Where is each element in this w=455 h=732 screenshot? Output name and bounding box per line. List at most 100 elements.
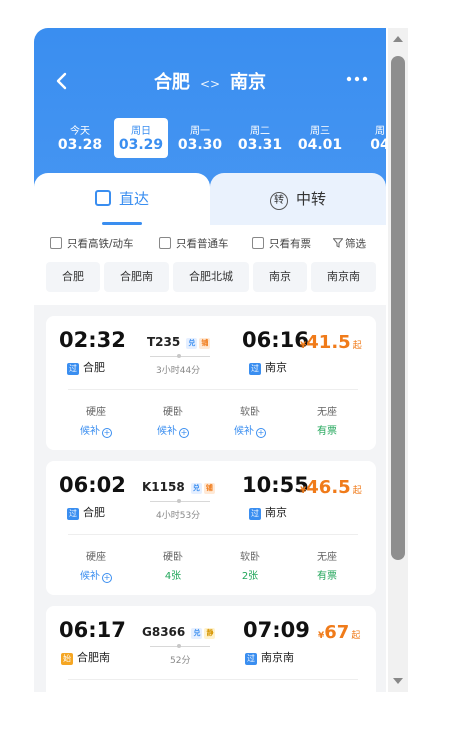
origin-tag: 始 <box>61 653 73 665</box>
seat-name: 无座 <box>317 552 337 563</box>
station-chip[interactable]: 合肥 <box>46 262 100 292</box>
quiet-badge: 静 <box>204 628 216 639</box>
depart-station: 始合肥南 <box>61 649 110 665</box>
depart-station: 过合肥 <box>67 504 105 520</box>
depart-time: 06:17 <box>59 618 126 642</box>
seat-name: 硬卧 <box>163 407 183 418</box>
price-value: 41.5 <box>306 332 351 353</box>
station-chip[interactable]: 南京南 <box>311 262 376 292</box>
filter-button[interactable]: 筛选 <box>332 236 366 251</box>
depart-station: 过合肥 <box>67 359 105 375</box>
date-day: 周二 <box>250 126 270 137</box>
date-day: 周一 <box>190 126 210 137</box>
arrive-time: 07:09 <box>243 618 310 642</box>
date-item[interactable]: 周二 03.31 <box>232 118 288 158</box>
arrive-station-name: 南京南 <box>261 651 294 664</box>
depart-time: 06:02 <box>59 473 126 497</box>
seat-status: 有票 <box>317 571 337 582</box>
seat-status: 候补 + <box>66 422 126 438</box>
date-value: 04.01 <box>297 137 343 153</box>
seat-hard-sleeper[interactable]: 硬卧候补 + <box>143 403 203 438</box>
station-chip[interactable]: 合肥南 <box>104 262 169 292</box>
more-dots-icon[interactable] <box>346 68 368 95</box>
date-value: 04 <box>370 137 386 153</box>
normal-train-checkbox[interactable]: 只看普通车 <box>159 236 229 251</box>
depart-time: 02:32 <box>59 328 126 352</box>
pass-tag: 过 <box>249 508 261 520</box>
price: ¥46.5 起 <box>300 477 362 498</box>
seat-no-seat[interactable]: 无座 有票 <box>297 548 357 582</box>
seat-soft-sleeper[interactable]: 软卧 2张 <box>220 548 280 582</box>
date-value: 03.29 <box>118 137 164 153</box>
pass-tag: 过 <box>245 653 257 665</box>
checkbox-icon <box>50 237 62 249</box>
date-item[interactable]: 周三 04.01 <box>292 118 348 158</box>
arrive-time: 06:16 <box>242 328 309 352</box>
train-card[interactable]: 06:17 始合肥南 G8366 兑静 52分 07:09 过南京南 ¥67 起 <box>46 606 376 692</box>
duration: 3小时44分 <box>156 366 201 376</box>
exchange-badge: 兑 <box>190 483 202 494</box>
date-day: 今天 <box>70 126 90 137</box>
route-dot <box>177 644 181 648</box>
divider <box>68 389 358 390</box>
date-selector: 今天 03.28 周日 03.29 周一 03.30 周二 03.31 周三 04.01 周 04 <box>52 118 386 158</box>
scrollbar[interactable] <box>388 28 408 692</box>
route-dot <box>177 499 181 503</box>
date-value: 03.30 <box>177 137 223 153</box>
filter-bar: 只看高铁/动车 只看普通车 只看有票 筛选 合肥 合肥南 合肥北城 南京 南京南 <box>34 225 386 305</box>
nav-bar: 合肥 <> 南京 <box>34 64 386 100</box>
seat-status: 2张 <box>241 571 259 582</box>
seat-soft-sleeper[interactable]: 软卧 候补 + <box>220 403 280 438</box>
seat-status: 候补 + <box>143 422 203 438</box>
scrollbar-thumb[interactable] <box>391 56 405 560</box>
highspeed-checkbox[interactable]: 只看高铁/动车 <box>50 236 134 251</box>
arrive-station: 过南京 <box>249 504 287 520</box>
tab-direct[interactable]: 直达 <box>34 173 210 225</box>
seat-hard-seat[interactable]: 硬座候补 + <box>66 403 126 438</box>
train-card[interactable]: 06:02 过合肥 K1158 兑铺 4小时53分 10:55 过南京 ¥46.… <box>46 461 376 595</box>
station-chip[interactable]: 合肥北城 <box>173 262 249 292</box>
scroll-up-icon[interactable] <box>393 36 403 42</box>
seat-hard-sleeper[interactable]: 硬卧 4张 <box>143 548 203 582</box>
train-number-text: K1158 <box>142 480 185 494</box>
seat-status-text: 候补 <box>234 426 254 437</box>
train-number: K1158 兑铺 <box>142 480 215 494</box>
app-screen: 合肥 <> 南京 今天 03.28 周日 03.29 周一 03.30 周二 03.31 周三 04.… <box>34 28 386 692</box>
date-value: 03.28 <box>57 137 103 153</box>
scroll-down-icon[interactable] <box>393 678 403 684</box>
seat-status-text: 候补 <box>80 426 100 437</box>
date-item[interactable]: 周 04 <box>352 118 386 158</box>
berth-badge: 铺 <box>203 483 215 494</box>
route-title[interactable]: 合肥 <> 南京 <box>34 68 386 94</box>
swap-icon: <> <box>199 77 221 91</box>
seat-name: 硬座 <box>86 407 106 418</box>
seat-name: 硬卧 <box>163 552 183 563</box>
station-chip[interactable]: 南京 <box>253 262 307 292</box>
route-tabs: 直达 转中转 <box>34 173 386 225</box>
date-value: 03.31 <box>237 137 283 153</box>
transfer-icon: 转 <box>269 192 288 210</box>
exchange-badge: 兑 <box>191 628 203 639</box>
tab-transfer[interactable]: 转中转 <box>210 173 386 225</box>
available-checkbox[interactable]: 只看有票 <box>252 236 311 251</box>
train-number: G8366 兑静 <box>142 625 216 639</box>
date-item-selected[interactable]: 周日 03.29 <box>114 118 168 158</box>
tab-transfer-label: 中转 <box>295 190 326 208</box>
date-item[interactable]: 今天 03.28 <box>52 118 108 158</box>
divider <box>68 534 358 535</box>
depart-station-name: 合肥 <box>83 361 105 374</box>
plus-circle-icon: + <box>102 428 112 438</box>
seat-hard-seat[interactable]: 硬座 候补 + <box>66 548 126 583</box>
depart-station-name: 合肥南 <box>77 651 110 664</box>
duration: 52分 <box>170 656 191 666</box>
seat-no-seat[interactable]: 无座 有票 <box>297 403 357 437</box>
date-item[interactable]: 周一 03.30 <box>172 118 228 158</box>
price: ¥41.5 起 <box>300 332 362 353</box>
train-icon <box>94 190 111 206</box>
train-number: T235 兑铺 <box>147 335 211 349</box>
depart-station-name: 合肥 <box>83 506 105 519</box>
train-list: 02:32 过合肥 T235 兑铺 3小时44分 06:16 过南京 ¥41.5… <box>34 305 386 692</box>
train-card[interactable]: 02:32 过合肥 T235 兑铺 3小时44分 06:16 过南京 ¥41.5… <box>46 316 376 450</box>
duration: 4小时53分 <box>156 511 201 521</box>
pass-tag: 过 <box>249 363 261 375</box>
